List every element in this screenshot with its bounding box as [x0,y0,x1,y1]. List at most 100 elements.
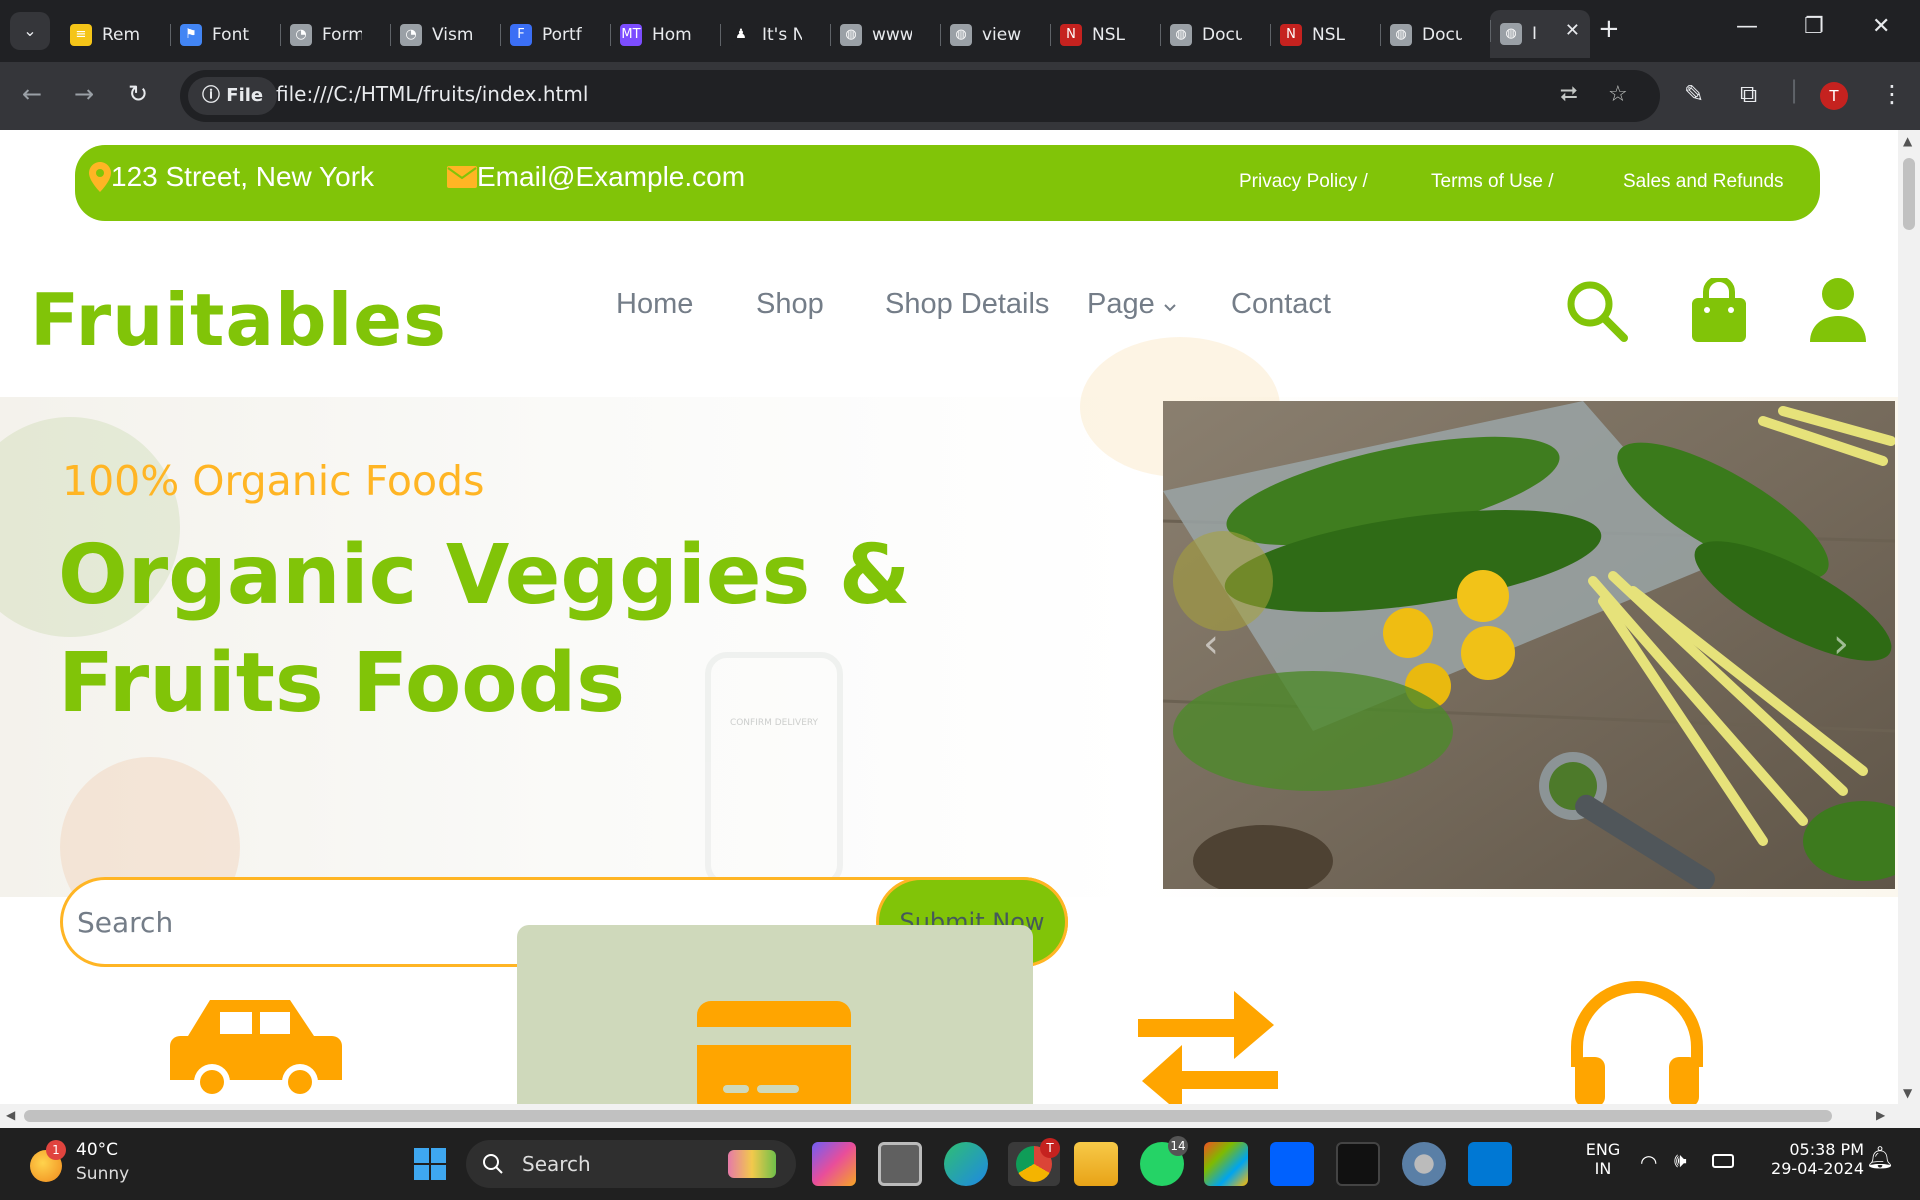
horizontal-scrollbar[interactable]: ◀ ▶ [0,1104,1920,1128]
scroll-down-icon[interactable]: ▼ [1903,1086,1912,1100]
nav-shop[interactable]: Shop [756,288,824,321]
chrome-icon[interactable]: T [1008,1138,1060,1186]
browser-tab[interactable]: ◍ view [940,14,1050,56]
eyedropper-icon[interactable]: ✎ [1684,80,1704,108]
minimize-icon[interactable]: — [1736,14,1758,39]
envelope-icon [447,166,477,188]
close-tab-icon[interactable]: ✕ [1565,20,1580,41]
settings-gear-icon[interactable] [1402,1142,1446,1186]
url-text[interactable]: file:///C:/HTML/fruits/index.html [276,82,588,106]
browser-tab[interactable]: ⚑ Font [170,14,280,56]
weather-widget[interactable]: 1 40°C Sunny [30,1140,140,1188]
profile-avatar[interactable]: T [1820,82,1848,110]
edge-icon[interactable] [944,1142,988,1186]
sales-refunds-link[interactable]: Sales and Refunds [1623,171,1784,193]
language-line2: IN [1594,1159,1612,1178]
browser-tab[interactable]: ◍ Docu [1160,14,1270,56]
browser-tab[interactable]: MT Hom [610,14,720,56]
windows-taskbar: 1 40°C Sunny Search T 14 ENG IN ◠ 🕪 05:3… [0,1128,1920,1200]
scroll-right-icon[interactable]: ▶ [1876,1108,1885,1122]
email-text[interactable]: Email@Example.com [477,161,745,193]
tab-favicon-icon: ♟ [730,24,752,46]
brand-logo[interactable]: Fruitables [30,278,447,362]
tab-favicon-icon: ⚑ [180,24,202,46]
nav-home[interactable]: Home [616,288,693,321]
taskbar-search[interactable]: Search [466,1140,796,1188]
browser-tab[interactable]: ◔ Vism [390,14,500,56]
new-tab-button[interactable]: + [1598,14,1620,44]
shopping-bag-icon[interactable] [1690,278,1748,344]
tab-search-button[interactable]: ⌄ [10,12,50,50]
restore-icon[interactable]: ❐ [1804,14,1824,39]
whatsapp-badge: 14 [1168,1136,1188,1156]
tab-favicon-icon: N [1060,24,1082,46]
dropbox-icon[interactable] [1270,1142,1314,1186]
vscode-icon[interactable] [1468,1142,1512,1186]
capcut-icon[interactable] [1336,1142,1380,1186]
windows-start-icon[interactable] [408,1142,452,1186]
feature-card-payment [517,925,1033,1104]
feature-card-exchange [1034,925,1550,1104]
forward-icon[interactable]: → [74,80,94,108]
search-icon[interactable] [1564,278,1630,344]
credit-card-icon [697,1001,851,1104]
vertical-scroll-thumb[interactable] [1903,158,1915,230]
tab-favicon-icon: ◔ [400,24,422,46]
translate-icon[interactable]: ⮂ [1560,82,1578,107]
extensions-icon[interactable]: ⧉ [1740,80,1757,108]
weather-badge: 1 [46,1140,66,1160]
carousel-next-icon[interactable]: › [1833,621,1849,667]
back-icon[interactable]: ← [22,80,42,108]
browser-tab-strip: ⌄ ≡ Rem ⚑ Font ◔ Form ◔ Vism F Portf MT Hom ♟ It's N ◍… [0,0,1920,62]
tab-favicon-icon: ◍ [1390,24,1412,46]
whatsapp-icon[interactable]: 14 [1140,1136,1188,1186]
browser-tab[interactable]: ◍ Docu [1380,14,1490,56]
site-info-chip[interactable]: ⓘ File [188,77,278,115]
tab-title: www [872,25,912,45]
volume-icon[interactable]: 🕪 [1674,1148,1687,1172]
task-view-icon[interactable] [878,1142,922,1186]
carousel-prev-icon[interactable]: ‹ [1203,621,1219,667]
browser-tab[interactable]: F Portf [500,14,610,56]
chevron-down-icon [1164,304,1176,312]
user-icon[interactable] [1810,278,1866,344]
tab-favicon-icon: ◍ [950,24,972,46]
scroll-left-icon[interactable]: ◀ [6,1108,15,1122]
vertical-scrollbar[interactable]: ▲ ▼ [1898,130,1920,1104]
browser-tab[interactable]: ◍ www [830,14,940,56]
horizontal-scroll-thumb[interactable] [24,1110,1832,1122]
privacy-policy-link[interactable]: Privacy Policy / [1239,171,1368,193]
browser-tab[interactable]: ◍ I ✕ [1490,10,1590,58]
browser-tab[interactable]: ◔ Form [280,14,390,56]
scroll-up-icon[interactable]: ▲ [1903,134,1912,148]
wifi-icon[interactable]: ◠ [1640,1150,1657,1174]
browser-tab[interactable]: ≡ Rem [60,14,170,56]
browser-tab[interactable]: N NSL [1270,14,1380,56]
nav-shop-details[interactable]: Shop Details [885,288,1049,321]
nav-page-label: Page [1087,288,1155,320]
tab-title: view [982,25,1022,45]
notification-bell-icon[interactable]: 🔔︎ [1866,1146,1894,1171]
bookmark-star-icon[interactable]: ☆ [1608,82,1628,107]
nav-page-dropdown[interactable]: Page [1087,288,1177,321]
microsoft-store-icon[interactable] [1204,1142,1248,1186]
map-marker-icon [89,162,111,192]
reload-icon[interactable]: ↻ [128,80,148,108]
clock[interactable]: 05:38 PM 29-04-2024 [1754,1140,1864,1178]
address-bar[interactable]: ⓘ File file:///C:/HTML/fruits/index.html… [180,70,1660,122]
tab-title: Rem [102,25,141,45]
language-indicator[interactable]: ENG IN [1578,1140,1628,1178]
vegetables-photo [1163,401,1895,889]
browser-tab[interactable]: N NSL [1050,14,1160,56]
language-line1: ENG [1585,1140,1621,1159]
nav-contact[interactable]: Contact [1231,288,1331,321]
battery-icon[interactable] [1712,1154,1734,1168]
browser-tab[interactable]: ♟ It's N [720,14,830,56]
close-window-icon[interactable]: ✕ [1872,14,1890,39]
tab-title: Docu [1202,25,1242,45]
menu-kebab-icon[interactable]: ⋮ [1880,80,1904,108]
terms-of-use-link[interactable]: Terms of Use / [1431,171,1553,193]
clock-date: 29-04-2024 [1771,1159,1864,1178]
copilot-icon[interactable] [812,1142,856,1186]
file-explorer-icon[interactable] [1074,1142,1118,1186]
